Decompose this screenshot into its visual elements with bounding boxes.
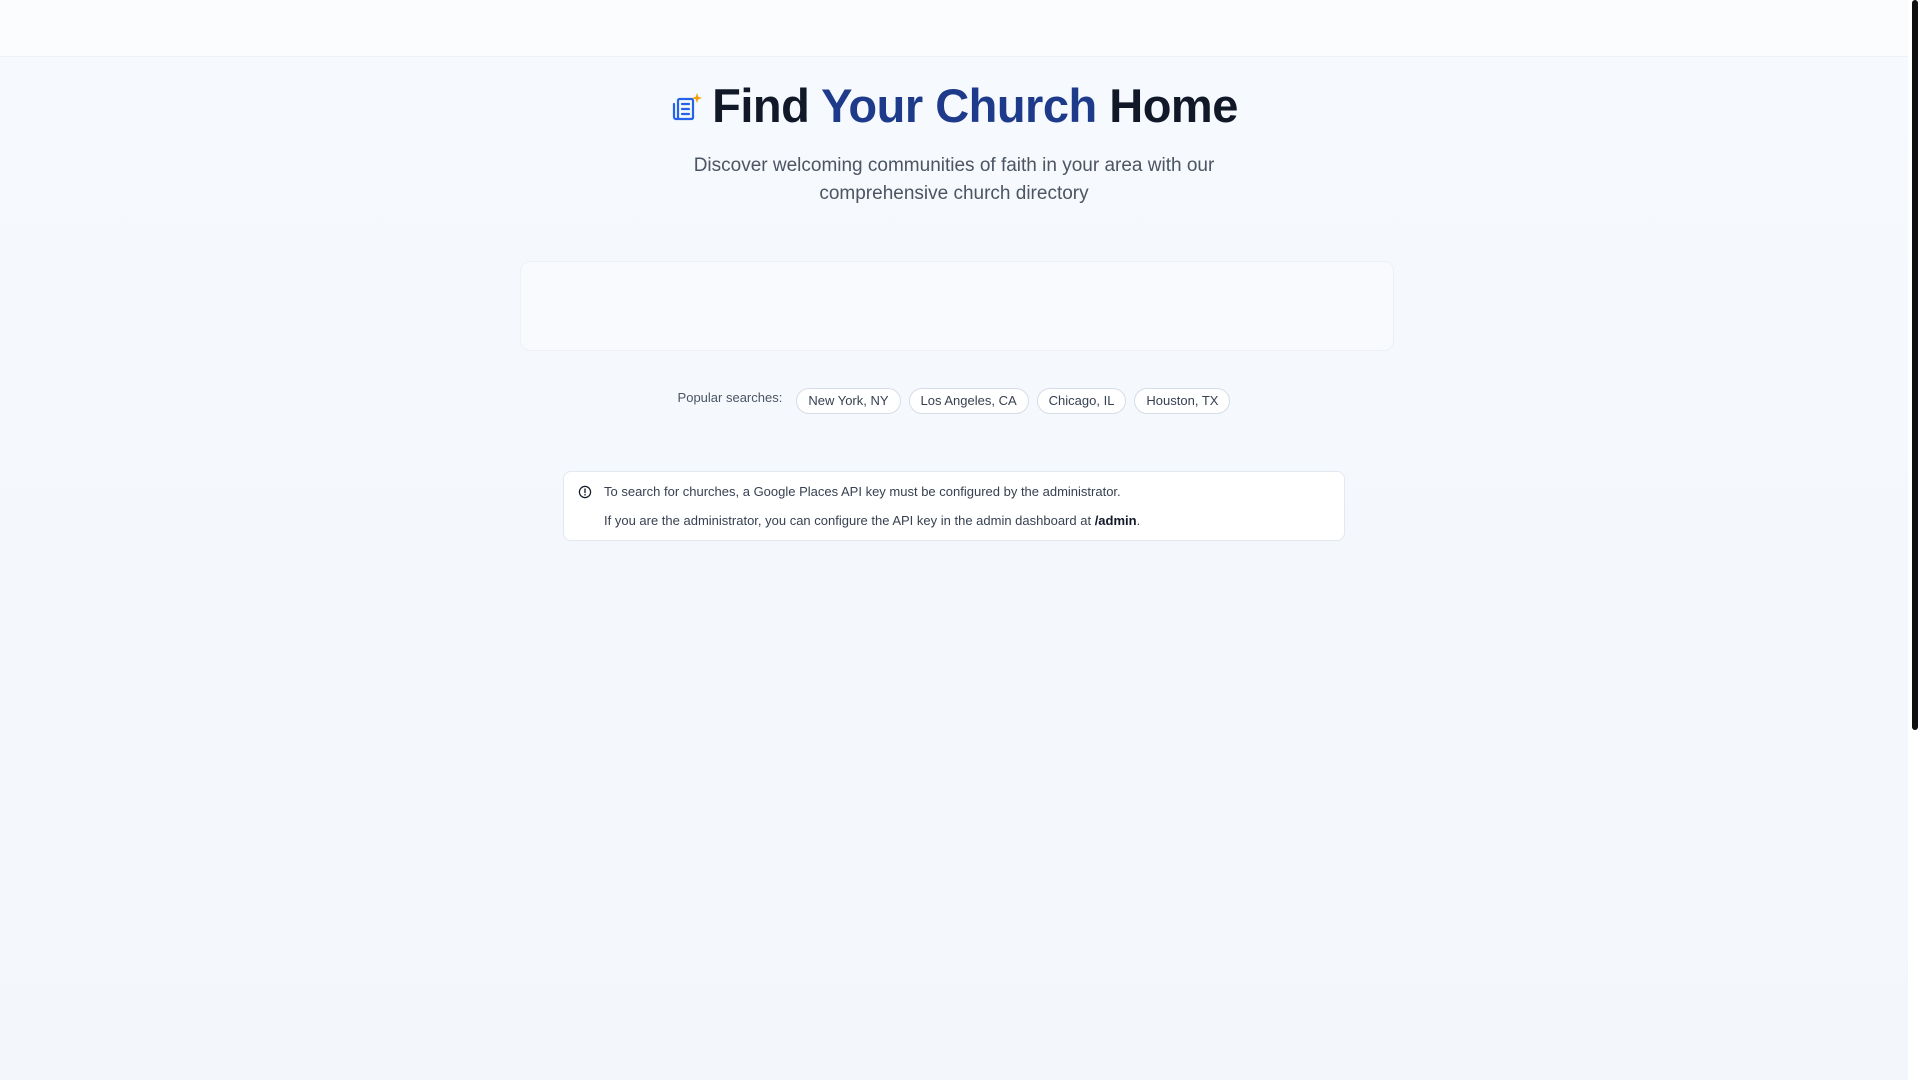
popular-search-chicago[interactable]: Chicago, IL <box>1036 388 1127 414</box>
vertical-scrollbar[interactable] <box>1908 0 1920 1080</box>
popular-searches: Popular searches: New York, NY Los Angel… <box>0 388 1908 414</box>
api-key-alert: To search for churches, a Google Places … <box>563 471 1345 541</box>
popular-search-new-york[interactable]: New York, NY <box>796 388 901 414</box>
search-panel <box>520 261 1394 351</box>
alert-admin-hint: If you are the administrator, you can co… <box>604 513 1328 529</box>
title-text-end: Home <box>1096 79 1238 132</box>
page-title: Find Your Church Home <box>670 78 1238 134</box>
alert-admin-hint-end: . <box>1136 513 1141 528</box>
hero-section: Find Your Church Home Discover welcoming… <box>0 78 1908 208</box>
admin-path: /admin <box>1094 513 1137 528</box>
top-bar <box>0 0 1908 57</box>
title-text-accent: Your Church <box>821 79 1097 132</box>
popular-searches-label: Popular searches: <box>677 389 783 405</box>
popular-search-houston[interactable]: Houston, TX <box>1134 388 1231 414</box>
page: Find Your Church Home Discover welcoming… <box>0 0 1920 1080</box>
info-circle-icon <box>578 485 592 499</box>
page-subtitle: Discover welcoming communities of faith … <box>693 155 1215 204</box>
scrollbar-thumb[interactable] <box>1912 0 1918 730</box>
popular-search-los-angeles[interactable]: Los Angeles, CA <box>908 388 1029 414</box>
alert-admin-hint-text: If you are the administrator, you can co… <box>604 513 1095 528</box>
alert-message: To search for churches, a Google Places … <box>604 484 1121 499</box>
title-text-start: Find <box>712 79 822 132</box>
church-directory-icon <box>673 93 703 121</box>
